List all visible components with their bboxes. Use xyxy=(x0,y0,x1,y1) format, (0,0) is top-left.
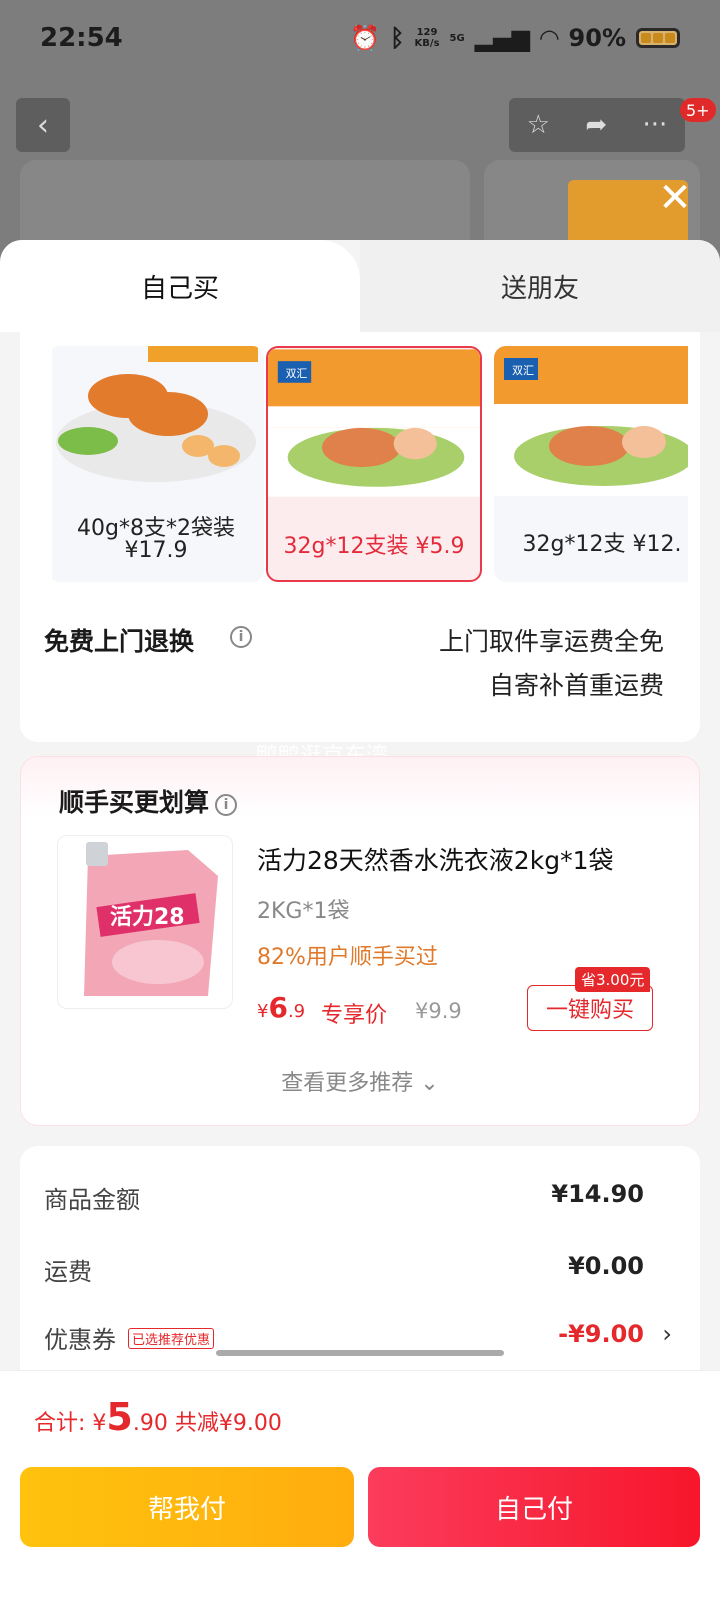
sku-option[interactable]: 双汇 32g*12支 ¥12. xyxy=(494,346,688,582)
self-pay-button[interactable]: 自己付 xyxy=(368,1467,700,1547)
return-line-1: 上门取件享运费全免 xyxy=(438,627,664,656)
close-icon[interactable]: ✕ xyxy=(655,178,695,218)
coupon-label: 优惠券 xyxy=(44,1326,116,1354)
coupon-value: -¥9.00 xyxy=(558,1320,644,1348)
return-title: 免费上门退换 i xyxy=(44,622,252,658)
sausage-image xyxy=(52,346,264,496)
price-symbol: ¥ xyxy=(257,1001,269,1022)
signal-bars-icon: ▂▄▆ xyxy=(474,24,531,52)
sku-label: 32g*12支装 ¥5.9 xyxy=(283,534,465,559)
total-amount: 合计: ¥5.90 共减¥9.00 xyxy=(34,1395,282,1439)
more-icon[interactable]: ··· xyxy=(643,110,668,140)
signal-5g: 5G xyxy=(449,32,465,44)
net-speed: 129 KB/s xyxy=(415,27,440,49)
sku-label: 32g*12支 ¥12. xyxy=(522,532,682,557)
sku-price: ¥17.9 xyxy=(124,538,188,563)
svg-text:双汇: 双汇 xyxy=(512,364,534,377)
svg-text:活力28: 活力28 xyxy=(110,905,185,930)
goods-amount-label: 商品金额 xyxy=(44,1186,140,1214)
detergent-image[interactable]: 活力28 xyxy=(57,835,233,1009)
back-button[interactable]: ‹ xyxy=(16,98,70,152)
recommend-title-text: 顺手买更划算 xyxy=(59,788,210,817)
sku-option[interactable]: 40g*8支*2袋装 ¥17.9 xyxy=(52,346,264,582)
chevron-right-icon[interactable]: › xyxy=(662,1320,672,1348)
wifi-icon: ◠ xyxy=(540,24,559,52)
total-saved: 共减¥9.00 xyxy=(167,1411,282,1436)
recommend-title: 顺手买更划算 i xyxy=(59,783,238,819)
save-badge: 省3.00元 xyxy=(575,967,651,992)
return-line-2: 自寄补首重运费 xyxy=(488,671,664,700)
recommend-card: 顺手买更划算 i 活力28 活力28天然香水洗衣液2kg*1袋 2KG*1袋 82… xyxy=(20,756,700,1126)
purchase-sheet: 自己买 送朋友 40g*8支*2袋装 ¥17.9 双汇 32g*12支装 ¥5.… xyxy=(0,240,720,1600)
return-title-text: 免费上门退换 xyxy=(44,627,195,656)
price-summary: 商品金额 ¥14.90 运费 ¥0.00 优惠券 已选推荐优惠 -¥9.00 › xyxy=(20,1146,700,1406)
tab-self-buy[interactable]: 自己买 xyxy=(0,240,360,332)
share-icon[interactable]: ➦ xyxy=(585,110,607,140)
star-icon[interactable]: ☆ xyxy=(527,110,550,140)
page-actions: ☆ ➦ ··· xyxy=(509,98,685,152)
goods-amount-value: ¥14.90 xyxy=(551,1180,644,1208)
sausage-pack-image: 双汇 xyxy=(268,349,480,497)
goods-amount-row: 商品金额 ¥14.90 xyxy=(44,1180,644,1215)
help-pay-button[interactable]: 帮我付 xyxy=(20,1467,354,1547)
price-dec: .9 xyxy=(287,1001,306,1022)
battery-icon xyxy=(636,28,680,48)
recommend-product-name[interactable]: 活力28天然香水洗衣液2kg*1袋 xyxy=(257,841,613,877)
home-indicator[interactable] xyxy=(216,1350,504,1356)
total-dec: .90 xyxy=(132,1411,168,1436)
message-badge: 5+ xyxy=(680,98,716,122)
battery-percent: 90% xyxy=(568,24,626,52)
sku-option-selected[interactable]: 双汇 32g*12支装 ¥5.9 xyxy=(266,346,482,582)
exclusive-price-tag: 专享价 xyxy=(321,1003,388,1028)
total-prefix: 合计: ¥ xyxy=(34,1411,107,1436)
recommend-spec: 2KG*1袋 xyxy=(257,899,350,924)
bluetooth-icon: ᛒ xyxy=(390,24,405,52)
sausage-pack-image: 双汇 xyxy=(494,346,688,496)
shipping-row: 运费 ¥0.00 xyxy=(44,1252,644,1287)
status-icons: ⏰ ᛒ 129 KB/s 5G ▂▄▆ ◠ 90% xyxy=(350,24,680,52)
svg-text:双汇: 双汇 xyxy=(286,367,308,380)
tab-gift-friend[interactable]: 送朋友 xyxy=(360,240,720,332)
price-int: 6 xyxy=(268,991,288,1024)
status-time: 22:54 xyxy=(40,23,123,53)
recommend-price: ¥6.9 xyxy=(257,991,305,1024)
alarm-icon: ⏰ xyxy=(350,24,381,52)
shipping-label: 运费 xyxy=(44,1258,92,1286)
recommend-buy-rate: 82%用户顺手买过 xyxy=(257,945,438,970)
detergent-pouch-graphic: 活力28 xyxy=(84,842,218,996)
net-speed-value: 129 xyxy=(416,27,438,38)
more-recommendations-link[interactable]: 查看更多推荐 ⌄ xyxy=(21,1065,699,1097)
total-int: 5 xyxy=(106,1395,133,1439)
net-speed-unit: KB/s xyxy=(414,38,440,49)
chevron-left-icon: ‹ xyxy=(37,107,49,143)
info-icon[interactable]: i xyxy=(215,794,238,816)
coupon-tag: 已选推荐优惠 xyxy=(128,1328,215,1349)
checkout-footer: 合计: ¥5.90 共减¥9.00 帮我付 自己付 xyxy=(0,1370,720,1600)
sku-list: 40g*8支*2袋装 ¥17.9 双汇 32g*12支装 ¥5.9 双汇 32g… xyxy=(52,346,688,582)
tab-bar: 自己买 送朋友 xyxy=(0,240,720,332)
original-price: ¥9.9 xyxy=(415,999,462,1023)
sku-card: 40g*8支*2袋装 ¥17.9 双汇 32g*12支装 ¥5.9 双汇 32g… xyxy=(20,332,700,742)
status-bar: 22:54 ⏰ ᛒ 129 KB/s 5G ▂▄▆ ◠ 90% xyxy=(0,0,720,76)
shipping-value: ¥0.00 xyxy=(568,1252,644,1280)
info-icon[interactable]: i xyxy=(230,626,252,648)
